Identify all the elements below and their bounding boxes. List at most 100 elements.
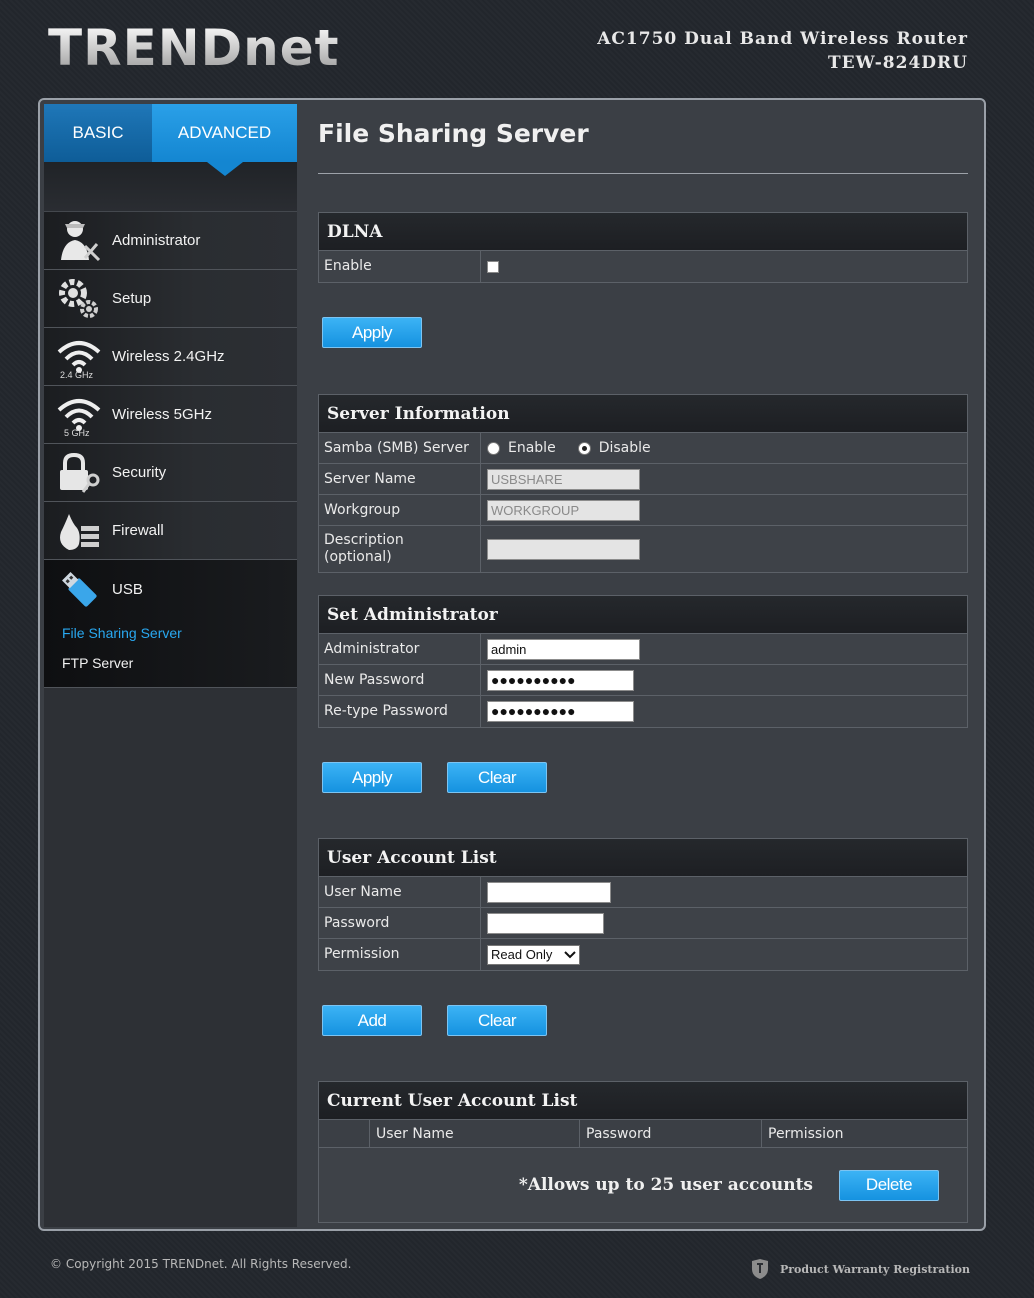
chevron-down-icon xyxy=(564,950,576,958)
server-info-panel: Server Information Samba (SMB) Server En… xyxy=(318,394,968,573)
permission-select[interactable]: Read Only xyxy=(487,944,580,965)
form-row: Administrator admin xyxy=(319,634,967,665)
tab-basic[interactable]: BASIC xyxy=(44,104,152,162)
form-row: Enable xyxy=(319,251,967,282)
radio-label: Enable xyxy=(508,440,556,456)
sidebar-item-label: Administrator xyxy=(112,232,201,249)
workgroup-field[interactable]: WORKGROUP xyxy=(487,499,640,521)
radio-label: Disable xyxy=(598,440,651,456)
form-row: Password xyxy=(319,908,967,939)
sidebar: BASIC ADVANCED Administrator Setup 2.4 G… xyxy=(44,104,297,1227)
field-label: Samba (SMB) Server xyxy=(319,433,481,463)
user-account-panel: User Account List User Name Password Per… xyxy=(318,838,968,971)
form-row: Workgroup WORKGROUP xyxy=(319,495,967,526)
sidebar-item-wireless-24[interactable]: 2.4 GHz Wireless 2.4GHz xyxy=(44,328,297,386)
sidebar-item-administrator[interactable]: Administrator xyxy=(44,212,297,270)
sidebar-item-setup[interactable]: Setup xyxy=(44,270,297,328)
sidebar-item-usb[interactable]: USB xyxy=(44,560,297,618)
title-divider xyxy=(318,173,968,174)
sidebar-sub-ftp-server[interactable]: FTP Server xyxy=(62,648,297,678)
form-row: Permission Read Only xyxy=(319,939,967,970)
column-header: User Name xyxy=(370,1120,580,1147)
wifi-band-label: 5 GHz xyxy=(64,427,90,438)
user-add-button[interactable]: Add xyxy=(322,1005,422,1036)
user-password-input[interactable] xyxy=(487,912,604,934)
content-area: File Sharing Server DLNA Enable Apply Se… xyxy=(318,104,968,1223)
sidebar-item-label: Wireless 5GHz xyxy=(112,406,213,423)
product-line-1: AC1750 Dual Band Wireless Router xyxy=(597,29,968,49)
dlna-buttons: Apply xyxy=(318,317,968,348)
admin-clear-button[interactable]: Clear xyxy=(447,762,547,793)
field-label: User Name xyxy=(319,877,481,907)
current-user-panel: Current User Account List User Name Pass… xyxy=(318,1081,968,1223)
shield-icon xyxy=(751,1259,768,1279)
description-field[interactable] xyxy=(487,538,640,560)
field-label: Administrator xyxy=(319,634,481,664)
field-label: Workgroup xyxy=(319,495,481,525)
samba-disable-radio[interactable] xyxy=(577,441,591,455)
admin-apply-button[interactable]: Apply xyxy=(322,762,422,793)
admin-username-field[interactable]: admin xyxy=(487,638,640,660)
dlna-enable-checkbox[interactable] xyxy=(487,260,499,273)
trendnet-logo: TRENDnet xyxy=(48,19,340,77)
panel-title: User Account List xyxy=(319,839,967,877)
product-model: TEW-824DRU xyxy=(827,53,968,73)
tab-advanced[interactable]: ADVANCED xyxy=(152,104,297,162)
admin-buttons: Apply Clear xyxy=(318,762,968,793)
table-footer: *Allows up to 25 user accounts Delete xyxy=(319,1148,967,1222)
sidebar-item-security[interactable]: Security xyxy=(44,444,297,502)
permission-selected-value: Read Only xyxy=(491,946,553,962)
retype-password-field[interactable]: ●●●●●●●●●● xyxy=(487,701,634,722)
column-header: Permission xyxy=(768,1126,844,1142)
sidebar-sub-file-sharing[interactable]: File Sharing Server xyxy=(62,618,297,648)
panel-title: Current User Account List xyxy=(319,1082,967,1120)
warranty-link[interactable]: Product Warranty Registration xyxy=(750,1258,970,1280)
panel-title: Set Administrator xyxy=(319,596,967,634)
administrator-icon xyxy=(54,216,104,266)
sidebar-item-label: Security xyxy=(112,464,167,481)
new-password-field[interactable]: ●●●●●●●●●● xyxy=(487,669,634,691)
lock-icon xyxy=(54,448,104,498)
sidebar-item-wireless-5[interactable]: 5 GHz Wireless 5GHz xyxy=(44,386,297,444)
sidebar-item-label: USB xyxy=(112,580,143,598)
sidebar-item-firewall[interactable]: Firewall xyxy=(44,502,297,560)
dlna-apply-button[interactable]: Apply xyxy=(322,317,422,348)
field-label: Permission xyxy=(319,939,481,970)
wifi-icon: 5 GHz xyxy=(54,390,104,440)
field-label: Description (optional) xyxy=(319,526,481,572)
usb-icon xyxy=(54,564,104,614)
user-limit-note: *Allows up to 25 user accounts xyxy=(518,1175,813,1195)
user-name-input[interactable] xyxy=(487,881,611,903)
wifi-band-label: 2.4 GHz xyxy=(60,369,94,380)
delete-button[interactable]: Delete xyxy=(839,1169,939,1201)
form-row: Samba (SMB) Server Enable Disable xyxy=(319,433,967,464)
field-label: Server Name xyxy=(319,464,481,494)
form-row: User Name xyxy=(319,877,967,908)
sidebar-item-label: Setup xyxy=(112,290,152,307)
form-row: Description (optional) xyxy=(319,526,967,572)
form-row: New Password ●●●●●●●●●● xyxy=(319,665,967,696)
warranty-label: Product Warranty Registration xyxy=(779,1262,970,1276)
user-clear-button[interactable]: Clear xyxy=(447,1005,547,1036)
table-header: User Name Password Permission xyxy=(319,1120,967,1148)
field-label: New Password xyxy=(319,665,481,695)
dlna-panel: DLNA Enable xyxy=(318,212,968,283)
form-row: Re-type Password ●●●●●●●●●● xyxy=(319,696,967,727)
field-label: Password xyxy=(319,908,481,938)
product-name: AC1750 Dual Band Wireless Router TEW-824… xyxy=(597,27,968,75)
active-tab-indicator xyxy=(207,162,243,176)
wifi-icon: 2.4 GHz xyxy=(54,332,104,382)
column-header: Password xyxy=(580,1120,762,1147)
page-title: File Sharing Server xyxy=(318,119,589,148)
server-name-field[interactable]: USBSHARE xyxy=(487,468,640,490)
main-frame: BASIC ADVANCED Administrator Setup 2.4 G… xyxy=(38,98,986,1231)
set-admin-panel: Set Administrator Administrator admin Ne… xyxy=(318,595,968,728)
panel-title: DLNA xyxy=(319,213,967,251)
field-label: Re-type Password xyxy=(319,696,481,727)
sidebar-item-label: Wireless 2.4GHz xyxy=(112,348,225,365)
mode-tabs: BASIC ADVANCED xyxy=(44,104,297,176)
sidebar-spacer xyxy=(44,162,297,212)
samba-enable-radio[interactable] xyxy=(487,441,500,455)
sidebar-usb-section: USB File Sharing Server FTP Server xyxy=(44,560,297,688)
firewall-icon xyxy=(54,506,104,556)
